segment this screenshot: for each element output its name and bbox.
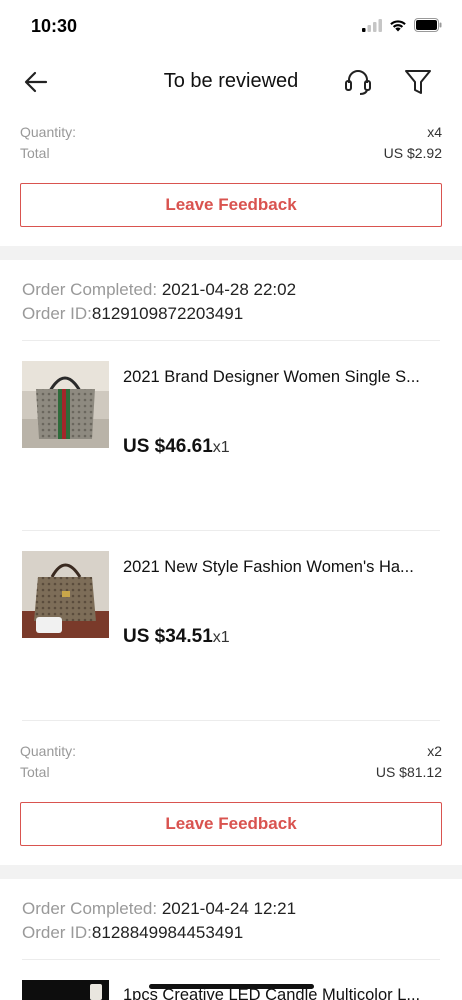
total-label: Total — [20, 764, 50, 780]
order-id-value: 8128849984453491 — [91, 923, 244, 942]
order-id-label: Order ID: — [22, 923, 92, 942]
candle-image — [22, 980, 109, 1000]
divider-line — [22, 530, 440, 531]
product-quantity: x1 — [212, 439, 230, 456]
product-price: US $34.51 — [123, 626, 213, 647]
total-value: US $2.92 — [383, 145, 442, 161]
section-divider — [0, 246, 462, 260]
divider-line — [22, 340, 440, 341]
product-image[interactable] — [22, 980, 109, 1000]
order-id-line: Order ID:8128849984453491 — [22, 923, 243, 943]
quantity-row: Quantity: x4 — [20, 124, 442, 144]
product-image[interactable] — [22, 551, 109, 638]
wifi-icon — [390, 19, 406, 31]
product-title[interactable]: 2021 Brand Designer Women Single S... — [123, 368, 443, 387]
product-price: US $46.61 — [123, 436, 213, 457]
handbag-image — [22, 551, 109, 638]
order-completed-date: 2021-04-24 12:21 — [161, 899, 297, 918]
total-row: Total US $81.12 — [20, 764, 442, 784]
quantity-value: x2 — [427, 743, 442, 759]
page-title: To be reviewed — [163, 70, 299, 92]
battery-icon — [414, 18, 442, 32]
filter-icon[interactable] — [403, 67, 433, 97]
order-completed-line: Order Completed: 2021-04-28 22:02 — [22, 280, 296, 300]
product-image[interactable] — [22, 361, 109, 448]
order-id-line: Order ID:8129109872203491 — [22, 304, 243, 324]
order-completed-line: Order Completed: 2021-04-24 12:21 — [22, 899, 296, 919]
total-value: US $81.12 — [375, 764, 442, 780]
leave-feedback-button[interactable]: Leave Feedback — [20, 183, 442, 227]
divider-line — [22, 959, 440, 960]
status-bar: 10:30 — [0, 0, 462, 52]
divider-line — [22, 720, 440, 721]
order-id-value: 8129109872203491 — [91, 304, 244, 323]
order-completed-label: Order Completed: — [22, 899, 162, 918]
product-price-line: US $46.61x1 — [123, 436, 230, 458]
product-title[interactable]: 2021 New Style Fashion Women's Ha... — [123, 558, 443, 577]
product-price-line: US $34.51x1 — [123, 626, 230, 648]
nav-bar: To be reviewed — [0, 56, 462, 108]
cellular-signal-icon — [362, 18, 382, 32]
order-completed-date: 2021-04-28 22:02 — [161, 280, 297, 299]
section-divider — [0, 865, 462, 879]
total-label: Total — [20, 145, 50, 161]
quantity-label: Quantity: — [20, 743, 77, 759]
status-time: 10:30 — [31, 16, 78, 36]
headset-icon[interactable] — [343, 67, 373, 97]
home-indicator[interactable] — [149, 984, 314, 989]
product-quantity: x1 — [212, 629, 230, 646]
quantity-label: Quantity: — [20, 124, 77, 140]
status-icons — [362, 18, 442, 32]
total-row: Total US $2.92 — [20, 145, 442, 165]
leave-feedback-button[interactable]: Leave Feedback — [20, 802, 442, 846]
quantity-value: x4 — [427, 124, 442, 140]
quantity-row: Quantity: x2 — [20, 743, 442, 763]
order-id-label: Order ID: — [22, 304, 92, 323]
order-completed-label: Order Completed: — [22, 280, 162, 299]
tote-bag-image — [22, 361, 109, 448]
